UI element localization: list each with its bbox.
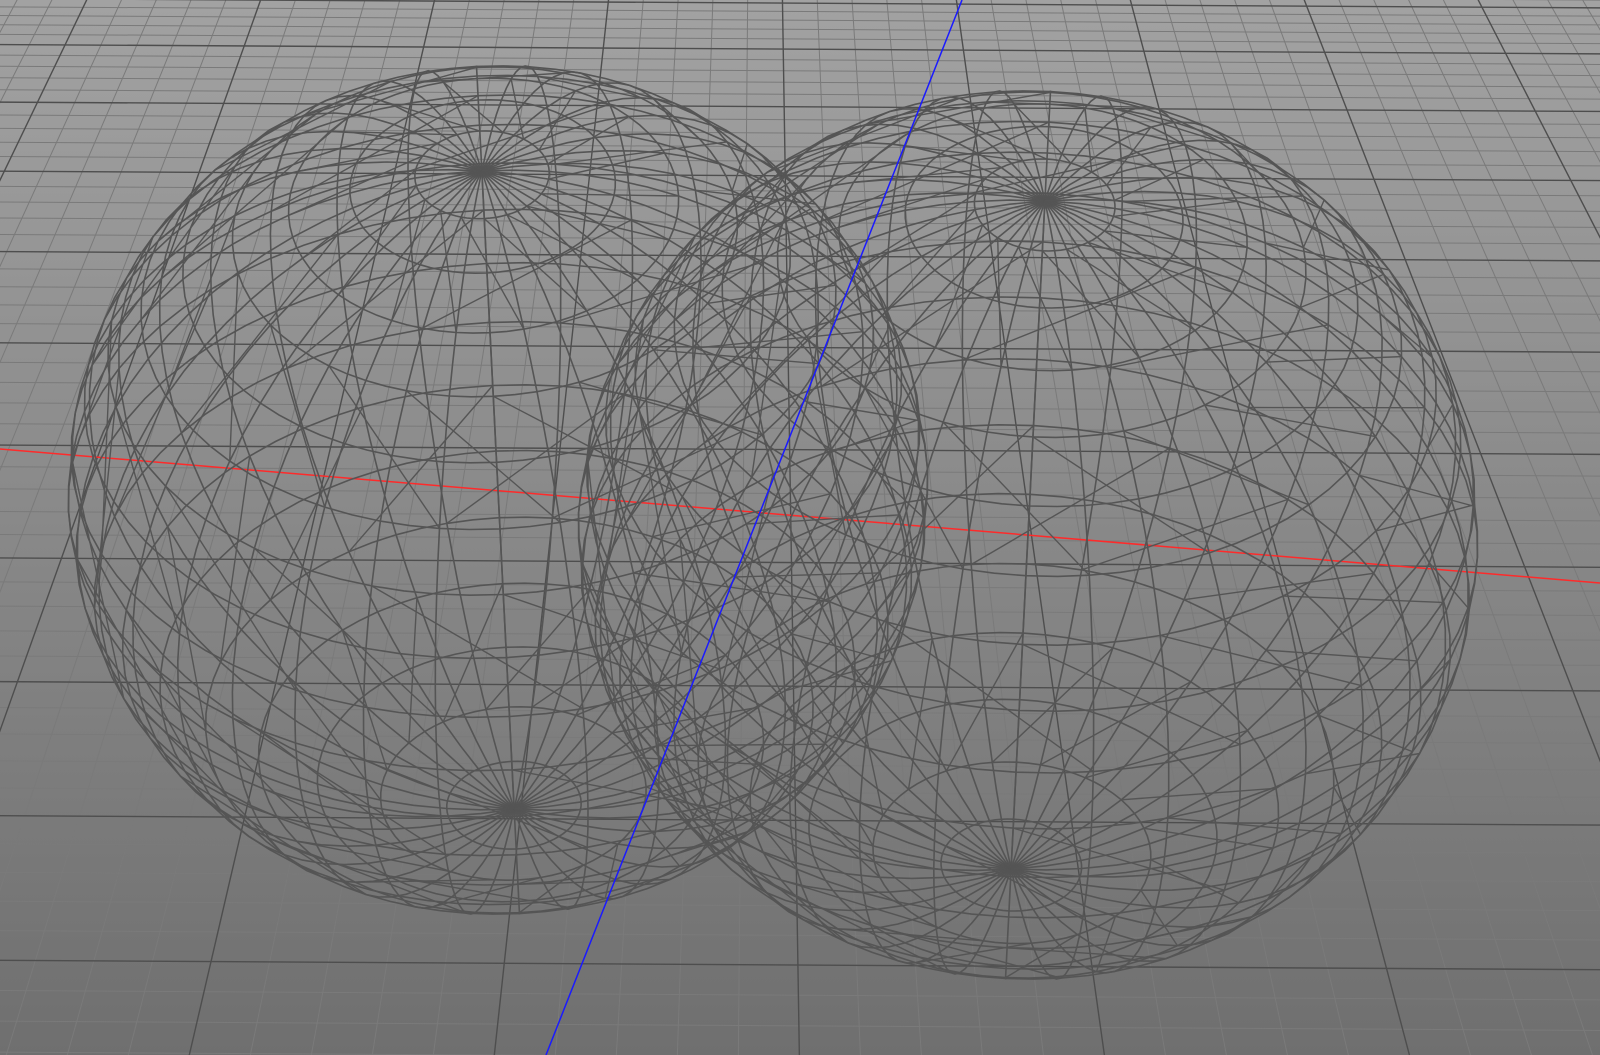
grid-line: [0, 24, 1600, 35]
grid-line: [0, 707, 1600, 718]
sphere-diagonal-edge: [864, 387, 964, 570]
scene-canvas[interactable]: [0, 0, 1600, 1055]
sphere-diagonal-edge: [658, 743, 825, 747]
grid-line: [0, 77, 1600, 88]
sphere-diagonal-edge: [791, 633, 885, 661]
sphere-meridian: [1010, 200, 1242, 962]
sphere-diagonal-edge: [269, 324, 326, 508]
grid-line: [0, 361, 1600, 373]
sphere-diagonal-edge: [752, 821, 903, 907]
sphere-diagonal-edge: [405, 390, 561, 523]
grid-line: [0, 959, 1600, 971]
grid-line: [0, 581, 1600, 592]
grid-line: [0, 6, 1600, 17]
sphere-diagonal-edge: [1167, 817, 1342, 835]
sphere-diagonal-edge: [707, 284, 836, 304]
sphere-diagonal-edge: [269, 406, 364, 601]
sphere-diagonal-edge: [1123, 430, 1310, 506]
sphere-diagonal-edge: [432, 876, 541, 908]
sphere-diagonal-edge: [1013, 827, 1225, 891]
sphere-diagonal-edge: [789, 707, 874, 847]
grid-line: [0, 930, 1600, 941]
viewport-3d[interactable]: [0, 0, 1600, 1055]
grid-line: [0, 43, 1600, 55]
sphere-diagonal-edge: [1007, 947, 1166, 960]
sphere-diagonal-edge: [945, 632, 1024, 772]
sphere-diagonal-edge: [1282, 595, 1443, 604]
grid-line: [0, 89, 1600, 100]
sphere-diagonal-edge: [371, 585, 584, 710]
grid-line: [0, 127, 1600, 139]
grid-line: [0, 101, 1600, 113]
grid-line: [0, 444, 1600, 456]
y-axis-line: [545, 0, 963, 1055]
sphere-diagonal-edge: [859, 802, 1084, 918]
sphere-diagonal-edge: [1022, 643, 1241, 746]
sphere-diagonal-edge: [506, 214, 638, 281]
grid-line: [0, 990, 1600, 1001]
sphere-diagonal-edge: [125, 609, 229, 798]
grid-line: [0, 1020, 1600, 1031]
sphere-diagonal-edge: [820, 241, 1044, 387]
sphere-diagonal-edge: [1333, 786, 1362, 835]
grid-line: [133, 0, 1600, 9]
grid-line: [0, 33, 1600, 45]
grid-line: [0, 15, 1600, 26]
sphere-diagonal-edge: [991, 647, 1114, 763]
sphere-diagonal-edge: [157, 113, 317, 242]
grid-line: [0, 65, 1600, 77]
sphere-diagonal-edge: [1183, 572, 1374, 601]
sphere-diagonal-edge: [70, 236, 154, 462]
grid-line: [0, 900, 1600, 912]
sphere-diagonal-edge: [1160, 634, 1362, 687]
sphere-diagonal-edge: [1121, 787, 1277, 801]
sphere-diagonal-edge: [364, 759, 588, 848]
sphere-diagonal-edge: [1266, 649, 1418, 662]
grid-line: [0, 114, 1600, 125]
